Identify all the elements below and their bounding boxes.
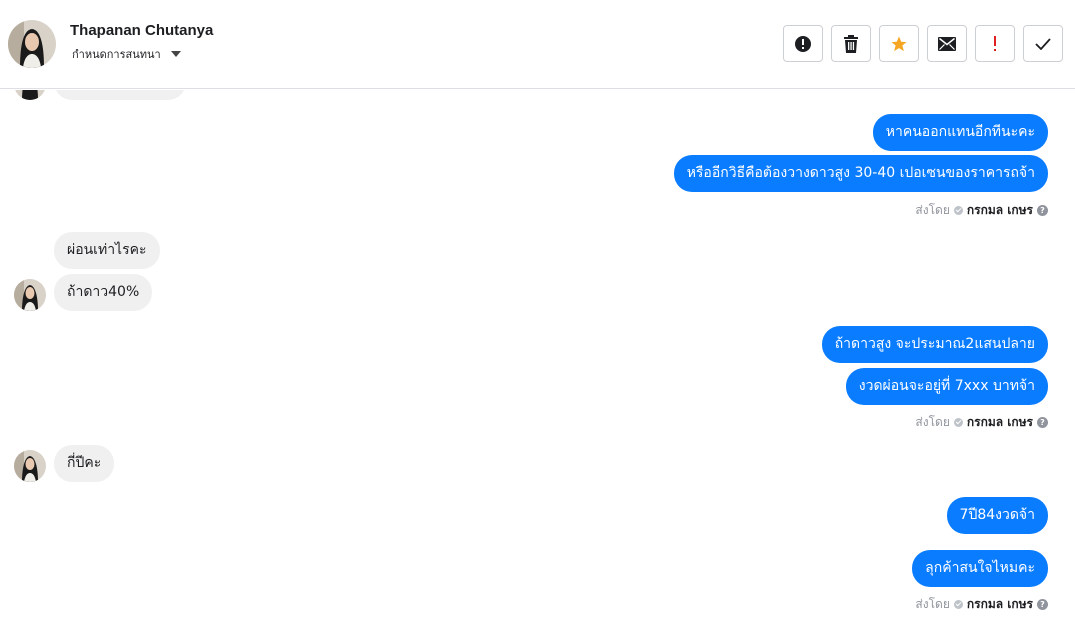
envelope-icon	[938, 36, 956, 51]
sent-by-prefix: ส่งโดย	[915, 203, 950, 217]
star-button[interactable]	[879, 25, 919, 62]
help-icon[interactable]: ?	[1037, 599, 1048, 610]
assign-conversation-dropdown[interactable]: กำหนดการสนทนา	[72, 45, 181, 63]
message-outgoing[interactable]: หรืออีกวิธีคือต้องวางดาวสูง 30-40 เปอเซน…	[673, 155, 1048, 192]
star-icon	[891, 36, 907, 51]
help-icon[interactable]: ?	[1037, 205, 1048, 216]
check-icon	[1035, 37, 1051, 50]
sent-by-prefix: ส่งโดย	[915, 597, 950, 611]
sent-by-label: ส่งโดย กรกมล เกษร ?	[915, 413, 1048, 432]
message-incoming[interactable]: ผ่อนเท่าไรคะ	[54, 232, 160, 269]
follow-up-button[interactable]	[975, 25, 1015, 62]
conversation-header: Thapanan Chutanya กำหนดการสนทนา	[0, 0, 1075, 89]
message-incoming-partial	[54, 90, 186, 100]
exclamation-icon	[994, 35, 996, 51]
message-outgoing[interactable]: งวดผ่อนจะอยู่ที่ 7xxx บาทจ้า	[845, 368, 1048, 405]
mark-done-button[interactable]	[1023, 25, 1063, 62]
contact-name[interactable]: Thapanan Chutanya	[70, 22, 213, 39]
mark-spam-button[interactable]	[783, 25, 823, 62]
contact-avatar-small	[14, 90, 46, 100]
assign-label: กำหนดการสนทนา	[72, 48, 161, 61]
sent-by-label: ส่งโดย กรกมล เกษร ?	[915, 201, 1048, 220]
message-incoming[interactable]: ถ้าดาว40%	[54, 274, 153, 311]
check-circle-icon	[953, 600, 963, 609]
check-circle-icon	[953, 206, 963, 215]
help-icon[interactable]: ?	[1037, 417, 1048, 428]
check-circle-icon	[953, 418, 963, 427]
alert-circle-icon	[795, 35, 811, 52]
message-outgoing[interactable]: ลุกค้าสนใจไหมคะ	[912, 550, 1048, 587]
message-outgoing[interactable]: 7ปี84งวดจ้า	[946, 497, 1048, 534]
chevron-down-icon	[170, 51, 181, 57]
sent-by-prefix: ส่งโดย	[915, 415, 950, 429]
sender-name[interactable]: กรกมล เกษร	[967, 595, 1033, 614]
sender-name[interactable]: กรกมล เกษร	[967, 413, 1033, 432]
message-outgoing[interactable]: หาคนออกแทนอีกทีนะคะ	[872, 114, 1048, 151]
contact-avatar-small[interactable]	[14, 279, 46, 311]
delete-button[interactable]	[831, 25, 871, 62]
conversation-toolbar	[783, 25, 1063, 62]
message-outgoing[interactable]: ถ้าดาวสูง จะประมาณ2แสนปลาย	[821, 326, 1048, 363]
sender-name[interactable]: กรกมล เกษร	[967, 201, 1033, 220]
sent-by-label: ส่งโดย กรกมล เกษร ?	[915, 595, 1048, 614]
trash-icon	[844, 34, 858, 53]
contact-avatar[interactable]	[8, 20, 56, 68]
message-incoming[interactable]: กี่ปีคะ	[54, 445, 115, 482]
contact-avatar-small[interactable]	[14, 450, 46, 482]
mark-unread-button[interactable]	[927, 25, 967, 62]
message-thread[interactable]: หาคนออกแทนอีกทีนะคะ หรืออีกวิธีคือต้องวา…	[0, 90, 1075, 627]
